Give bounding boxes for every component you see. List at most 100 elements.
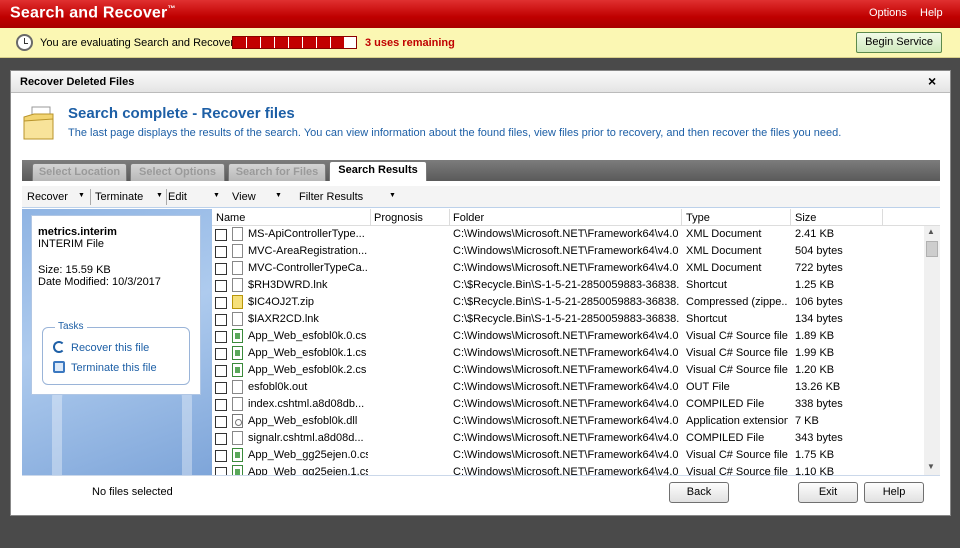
table-row[interactable]: $IC4OJ2T.zipGoodC:\$Recycle.Bin\S-1-5-21… [212, 294, 924, 311]
file-size: 7 KB [795, 415, 819, 427]
scrollbar-thumb[interactable] [926, 241, 938, 257]
folder-path: C:\Windows\Microsoft.NET\Framework64\v4.… [453, 245, 679, 257]
table-row[interactable]: signalr.cshtml.a8d08d...GoodC:\Windows\M… [212, 430, 924, 447]
doc-file-icon [232, 312, 243, 326]
selected-file-size: Size: 15.59 KB [38, 264, 111, 276]
table-row[interactable]: MVC-ControllerTypeCa...GoodC:\Windows\Mi… [212, 260, 924, 277]
row-checkbox[interactable] [215, 450, 227, 462]
tab-select-options[interactable]: Select Options [130, 163, 225, 181]
row-checkbox[interactable] [215, 314, 227, 326]
options-menu[interactable]: Options [869, 7, 907, 19]
selection-status: No files selected [92, 486, 173, 498]
row-checkbox[interactable] [215, 348, 227, 360]
filter-dropdown-icon[interactable]: ▼ [389, 192, 396, 199]
column-divider[interactable] [790, 209, 791, 226]
folder-path: C:\Windows\Microsoft.NET\Framework64\v4.… [453, 449, 679, 461]
doc-file-icon [232, 227, 243, 241]
file-details-panel: metrics.interim INTERIM File Size: 15.59… [22, 209, 212, 475]
evaluation-message: You are evaluating Search and Recover [40, 37, 235, 49]
help-button[interactable]: Help [864, 482, 924, 503]
uses-progress-bar [232, 36, 357, 49]
row-checkbox[interactable] [215, 416, 227, 428]
table-row[interactable]: index.cshtml.a8d08db...GoodC:\Windows\Mi… [212, 396, 924, 413]
terminate-dropdown-icon[interactable]: ▼ [156, 192, 163, 199]
close-icon[interactable]: × [928, 73, 936, 89]
row-checkbox[interactable] [215, 229, 227, 241]
column-divider[interactable] [681, 209, 682, 226]
row-checkbox[interactable] [215, 280, 227, 292]
row-checkbox[interactable] [215, 399, 227, 411]
column-divider[interactable] [882, 209, 883, 226]
table-row[interactable]: App_Web_esfobl0k.2.csFairC:\Windows\Micr… [212, 362, 924, 379]
folder-path: C:\$Recycle.Bin\S-1-5-21-2850059883-3683… [453, 313, 679, 325]
table-row[interactable]: App_Web_esfobl0k.0.csFairC:\Windows\Micr… [212, 328, 924, 345]
folder-path: C:\Windows\Microsoft.NET\Framework64\v4.… [453, 398, 679, 410]
table-row[interactable]: $IAXR2CD.lnkGoodC:\$Recycle.Bin\S-1-5-21… [212, 311, 924, 328]
table-row[interactable]: App_Web_gg25ejen.0.csGoodC:\Windows\Micr… [212, 447, 924, 464]
column-type[interactable]: Type [686, 212, 710, 224]
tab-search-for-files[interactable]: Search for Files [228, 163, 326, 181]
recover-file-label: Recover this file [71, 342, 150, 354]
help-menu[interactable]: Help [920, 7, 943, 19]
uses-progress-fill [233, 37, 344, 48]
column-divider[interactable] [370, 209, 371, 226]
terminate-icon [53, 361, 65, 373]
tab-select-location[interactable]: Select Location [32, 163, 127, 181]
table-row[interactable]: App_Web_esfobl0k.1.csFairC:\Windows\Micr… [212, 345, 924, 362]
file-name: esfobl0k.out [248, 381, 308, 393]
scroll-up-icon[interactable]: ▲ [927, 227, 935, 236]
folder-path: C:\Windows\Microsoft.NET\Framework64\v4.… [453, 228, 679, 240]
file-size: 504 bytes [795, 245, 843, 257]
file-size: 343 bytes [795, 432, 843, 444]
column-name[interactable]: Name [216, 212, 245, 224]
column-prognosis[interactable]: Prognosis [374, 212, 423, 224]
dll-file-icon [232, 414, 243, 428]
edit-menu[interactable]: Edit [168, 191, 187, 203]
row-checkbox[interactable] [215, 263, 227, 275]
filter-results-menu[interactable]: Filter Results [299, 191, 363, 203]
tasks-group: Tasks Recover this file Terminate this f… [42, 321, 190, 385]
vertical-scrollbar[interactable]: ▲ ▼ [924, 226, 940, 475]
row-checkbox[interactable] [215, 246, 227, 258]
row-checkbox[interactable] [215, 433, 227, 445]
table-row[interactable]: App_Web_gg25ejen.1.csGoodC:\Windows\Micr… [212, 464, 924, 475]
recover-menu[interactable]: Recover [27, 191, 68, 203]
row-checkbox[interactable] [215, 365, 227, 377]
cs-file-icon [232, 448, 243, 462]
table-row[interactable]: esfobl0k.outGoodC:\Windows\Microsoft.NET… [212, 379, 924, 396]
recover-file-link[interactable]: Recover this file [53, 341, 149, 354]
folder-path: C:\Windows\Microsoft.NET\Framework64\v4.… [453, 381, 679, 393]
column-folder[interactable]: Folder [453, 212, 484, 224]
row-checkbox[interactable] [215, 467, 227, 475]
file-name: $IC4OJ2T.zip [248, 296, 315, 308]
row-checkbox[interactable] [215, 297, 227, 309]
file-size: 1.99 KB [795, 347, 835, 359]
recover-dropdown-icon[interactable]: ▼ [78, 192, 85, 199]
begin-service-button[interactable]: Begin Service [856, 32, 942, 53]
cs-file-icon [232, 346, 243, 360]
file-size: 1.10 KB [795, 466, 835, 475]
table-row[interactable]: $RH3DWRD.lnkGoodC:\$Recycle.Bin\S-1-5-21… [212, 277, 924, 294]
view-menu[interactable]: View [232, 191, 256, 203]
file-type: Visual C# Source file [686, 347, 788, 359]
file-name: $IAXR2CD.lnk [248, 313, 319, 325]
file-type: COMPILED File [686, 398, 765, 410]
column-divider[interactable] [449, 209, 450, 226]
tab-search-results[interactable]: Search Results [329, 161, 427, 181]
recover-icon [53, 341, 65, 353]
row-checkbox[interactable] [215, 331, 227, 343]
row-checkbox[interactable] [215, 382, 227, 394]
table-row[interactable]: MS-ApiControllerType...FairC:\Windows\Mi… [212, 226, 924, 243]
view-dropdown-icon[interactable]: ▼ [275, 192, 282, 199]
file-type: Visual C# Source file [686, 330, 788, 342]
folder-path: C:\$Recycle.Bin\S-1-5-21-2850059883-3683… [453, 279, 679, 291]
back-button[interactable]: Back [669, 482, 729, 503]
table-row[interactable]: MVC-AreaRegistration...GoodC:\Windows\Mi… [212, 243, 924, 260]
edit-dropdown-icon[interactable]: ▼ [213, 192, 220, 199]
column-size[interactable]: Size [795, 212, 816, 224]
table-row[interactable]: App_Web_esfobl0k.dllGoodC:\Windows\Micro… [212, 413, 924, 430]
terminate-file-link[interactable]: Terminate this file [53, 361, 157, 374]
terminate-menu[interactable]: Terminate [95, 191, 143, 203]
exit-button[interactable]: Exit [798, 482, 858, 503]
scroll-down-icon[interactable]: ▼ [927, 462, 935, 471]
